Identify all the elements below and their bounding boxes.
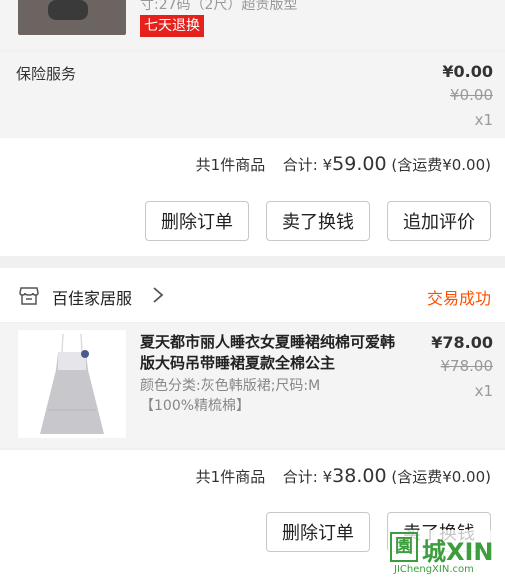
order1-count: 共1件商品 xyxy=(195,156,266,174)
order1-append-review-button[interactable]: 追加评价 xyxy=(387,201,491,241)
top-product-row[interactable]: 寸:27码（2尺）超贵版型 七天退换 xyxy=(0,0,505,50)
order-status: 交易成功 xyxy=(426,289,491,308)
order1-currency: ¥ xyxy=(322,156,333,174)
order1-footer: 共1件商品 合计: ¥59.00 (含运费¥0.00) 删除订单 卖了换钱 追加… xyxy=(0,138,505,256)
order2-summary: 共1件商品 合计: ¥38.00 (含运费¥0.00) xyxy=(196,465,491,487)
product-original-price: ¥78.00 xyxy=(440,357,494,375)
watermark-url: JIChengXIN.com xyxy=(394,564,474,575)
shop-name[interactable]: 百佳家居服 xyxy=(52,285,132,309)
insurance-row[interactable]: 保险服务 ¥0.00 ¥0.00 x1 xyxy=(0,52,505,138)
order1-delete-button[interactable]: 删除订单 xyxy=(145,201,249,241)
insurance-original-price: ¥0.00 xyxy=(450,86,493,104)
insurance-label: 保险服务 xyxy=(16,65,77,83)
top-product-spec: 寸:27码（2尺）超贵版型 xyxy=(140,0,298,13)
order2-delete-button[interactable]: 删除订单 xyxy=(266,512,370,552)
product-price: ¥78.00 xyxy=(431,333,493,352)
order1-shipping: (含运费¥0.00) xyxy=(391,156,491,174)
order1-summary: 共1件商品 合计: ¥59.00 (含运费¥0.00) xyxy=(196,153,491,175)
product-sku: 颜色分类:灰色韩版裙;尺码:M【100%精梳棉】 xyxy=(140,378,321,414)
product-thumbnail xyxy=(18,330,126,438)
watermark-text: 城XIN xyxy=(422,538,494,566)
order2-count: 共1件商品 xyxy=(195,468,266,486)
chevron-right-icon xyxy=(152,286,164,304)
order1-total-label: 合计: xyxy=(282,156,318,174)
top-product-thumbnail xyxy=(18,0,126,35)
order2-total-label: 合计: xyxy=(282,468,318,486)
insurance-price: ¥0.00 xyxy=(442,62,493,81)
watermark-logo: 園 城XIN JIChengXIN.com xyxy=(388,530,500,578)
product-title[interactable]: 夏天都市丽人睡衣女夏睡裙纯棉可爱韩版大码吊带睡裙夏款全棉公主 xyxy=(140,332,398,374)
order1-resell-button[interactable]: 卖了换钱 xyxy=(266,201,370,241)
order2-total-value: 38.00 xyxy=(332,465,387,487)
shop-icon xyxy=(19,287,39,305)
order2-header[interactable]: 百佳家居服 交易成功 xyxy=(0,268,505,322)
watermark-icon: 園 xyxy=(390,532,418,562)
order2-shipping: (含运费¥0.00) xyxy=(391,468,491,486)
order2-product-row[interactable]: 夏天都市丽人睡衣女夏睡裙纯棉可爱韩版大码吊带睡裙夏款全棉公主 颜色分类:灰色韩版… xyxy=(0,323,505,448)
order1-total-value: 59.00 xyxy=(332,153,387,175)
return-tag: 七天退换 xyxy=(140,15,204,37)
order2-currency: ¥ xyxy=(322,468,333,486)
product-qty: x1 xyxy=(474,382,493,400)
insurance-qty: x1 xyxy=(474,111,493,129)
nightdress-image xyxy=(40,333,104,434)
